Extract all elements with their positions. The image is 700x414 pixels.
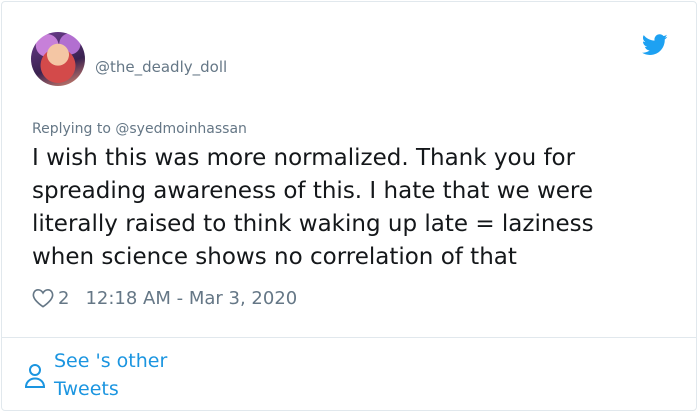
tweet-timestamp[interactable]: 12:18 AM - Mar 3, 2020 [85,288,297,309]
see-other-tweets-link[interactable]: See 's other Tweets [24,347,194,403]
like-count[interactable]: 2 [58,288,69,309]
see-other-line2: Tweets [54,378,119,400]
avatar[interactable] [31,32,85,86]
user-handle[interactable]: @the_deadly_doll [95,58,227,76]
tweet-text: I wish this was more normalized. Thank y… [32,145,594,270]
replying-mention-link[interactable]: @syedmoinhassan [115,121,247,137]
replying-to: Replying to @syedmoinhassan [32,121,247,137]
tweet-meta: 2 12:18 AM - Mar 3, 2020 [32,286,297,310]
twitter-bird-icon[interactable] [642,34,668,56]
see-other-line1: See 's other [54,350,168,372]
replying-prefix: Replying to [32,121,111,137]
heart-icon[interactable] [32,288,54,308]
divider [1,337,697,338]
see-other-tweets-text[interactable]: See 's other Tweets [54,347,194,403]
person-icon [24,364,46,388]
